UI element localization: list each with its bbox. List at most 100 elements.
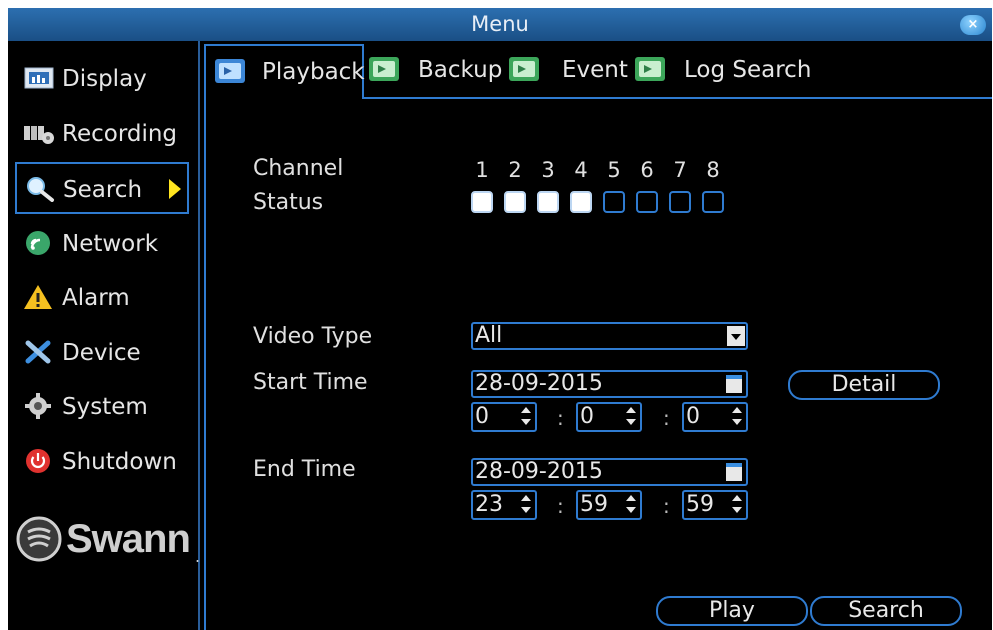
play-button[interactable]: Play xyxy=(656,596,808,626)
display-icon xyxy=(24,67,54,89)
sidebar-item-label: System xyxy=(62,394,148,420)
sidebar-item-label: Display xyxy=(62,66,147,92)
sidebar-item-alarm[interactable]: Alarm xyxy=(16,272,190,324)
logo-text: Swann xyxy=(66,517,191,561)
search-button[interactable]: Search xyxy=(810,596,962,626)
tab-backup[interactable]: Backup xyxy=(368,44,508,99)
up-down-arrows-icon[interactable] xyxy=(732,407,742,427)
end-second-spinner[interactable]: 59 xyxy=(682,490,748,520)
channel-number: 8 xyxy=(706,158,720,182)
sidebar-item-label: Search xyxy=(63,177,143,203)
selected-arrow-icon xyxy=(169,179,181,199)
menu-window: Menu × Display Recording Search Network … xyxy=(8,8,992,630)
time-separator: : xyxy=(663,406,670,430)
up-down-arrows-icon[interactable] xyxy=(521,407,531,427)
chevron-down-icon[interactable] xyxy=(727,326,745,346)
recording-icon xyxy=(24,126,54,144)
time-separator: : xyxy=(557,406,564,430)
up-down-arrows-icon[interactable] xyxy=(626,407,636,427)
title-bar: Menu × xyxy=(8,8,992,41)
logo-mark: . xyxy=(195,547,201,566)
end-date-value: 28-09-2015 xyxy=(475,459,603,484)
system-icon xyxy=(25,393,51,419)
content-border xyxy=(204,44,206,630)
network-icon xyxy=(26,231,50,255)
sidebar-item-label: Device xyxy=(62,340,141,366)
log-search-tab-icon xyxy=(635,57,665,81)
channel-checkbox[interactable] xyxy=(669,191,691,213)
channel-number: 3 xyxy=(541,158,555,182)
video-type-value: All xyxy=(475,323,503,348)
backup-tab-icon xyxy=(369,57,399,81)
start-minute-spinner[interactable]: 0 xyxy=(576,402,642,432)
end-date-field[interactable]: 28-09-2015 xyxy=(471,458,748,486)
start-date-value: 28-09-2015 xyxy=(475,371,603,396)
device-icon xyxy=(25,340,51,364)
channel-number: 1 xyxy=(475,158,489,182)
start-time-label: Start Time xyxy=(253,370,368,395)
channel-number: 6 xyxy=(640,158,654,182)
close-icon[interactable]: × xyxy=(960,15,986,35)
sidebar-item-label: Alarm xyxy=(62,285,130,311)
event-tab-icon xyxy=(509,57,539,81)
channel-number: 4 xyxy=(574,158,588,182)
search-icon xyxy=(27,177,54,202)
end-hour-spinner[interactable]: 23 xyxy=(471,490,537,520)
channel-number: 7 xyxy=(673,158,687,182)
end-minute-value: 59 xyxy=(580,492,608,517)
sidebar-item-shutdown[interactable]: Shutdown xyxy=(16,436,190,488)
detail-button[interactable]: Detail xyxy=(788,370,940,400)
tab-event[interactable]: Event xyxy=(508,44,628,99)
end-time-label: End Time xyxy=(253,457,356,482)
sidebar-item-network[interactable]: Network xyxy=(16,218,190,270)
sidebar-item-label: Recording xyxy=(62,121,178,147)
tab-log-search[interactable]: Log Search xyxy=(634,44,814,99)
end-second-value: 59 xyxy=(686,492,714,517)
up-down-arrows-icon[interactable] xyxy=(732,495,742,515)
sidebar-item-display[interactable]: Display xyxy=(16,53,190,105)
time-separator: : xyxy=(557,494,564,518)
channel-checkbox[interactable] xyxy=(702,191,724,213)
calendar-icon[interactable] xyxy=(726,463,742,481)
sidebar-item-system[interactable]: System xyxy=(16,381,190,433)
shutdown-icon xyxy=(26,449,50,473)
sidebar-item-label: Shutdown xyxy=(62,449,177,475)
channel-checkbox[interactable] xyxy=(471,191,493,213)
start-second-spinner[interactable]: 0 xyxy=(682,402,748,432)
tab-label: Backup xyxy=(418,57,503,83)
channel-checkbox[interactable] xyxy=(537,191,559,213)
swann-logo-icon xyxy=(16,516,62,562)
channel-number: 2 xyxy=(508,158,522,182)
status-label: Status xyxy=(253,190,324,215)
sidebar-item-device[interactable]: Device xyxy=(16,327,190,379)
channel-number: 5 xyxy=(607,158,621,182)
tab-label: Log Search xyxy=(684,57,812,83)
channel-label: Channel xyxy=(253,156,344,181)
sidebar: Display Recording Search Network Alarm D… xyxy=(8,41,200,630)
sidebar-item-search[interactable]: Search xyxy=(15,162,189,214)
up-down-arrows-icon[interactable] xyxy=(626,495,636,515)
end-hour-value: 23 xyxy=(475,492,503,517)
tab-playback[interactable]: Playback xyxy=(204,44,365,99)
start-minute-value: 0 xyxy=(580,404,594,429)
video-type-select[interactable]: All xyxy=(471,322,748,350)
tab-bar: Playback Backup Event Log Search xyxy=(204,44,984,100)
calendar-icon[interactable] xyxy=(726,375,742,393)
sidebar-item-label: Network xyxy=(62,231,159,257)
start-hour-spinner[interactable]: 0 xyxy=(471,402,537,432)
up-down-arrows-icon[interactable] xyxy=(521,495,531,515)
channel-checkbox[interactable] xyxy=(570,191,592,213)
video-type-label: Video Type xyxy=(253,324,373,349)
alarm-icon xyxy=(24,285,52,309)
tab-underline xyxy=(364,97,992,99)
start-date-field[interactable]: 28-09-2015 xyxy=(471,370,748,398)
time-separator: : xyxy=(663,494,670,518)
start-hour-value: 0 xyxy=(475,404,489,429)
channel-checkbox[interactable] xyxy=(636,191,658,213)
channel-checkbox[interactable] xyxy=(603,191,625,213)
channel-checkbox[interactable] xyxy=(504,191,526,213)
swann-logo: Swann . xyxy=(16,511,200,567)
end-minute-spinner[interactable]: 59 xyxy=(576,490,642,520)
sidebar-item-recording[interactable]: Recording xyxy=(16,108,190,160)
window-title: Menu xyxy=(471,12,529,36)
